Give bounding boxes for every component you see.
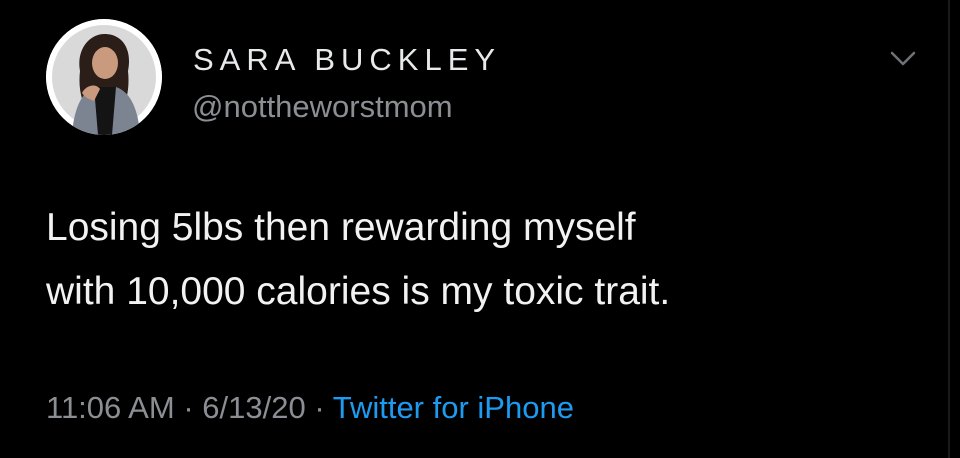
tweet-meta: 11:06 AM · 6/13/20 · Twitter for iPhone xyxy=(46,390,574,426)
tweet-text-line: Losing 5lbs then rewarding myself xyxy=(46,206,636,249)
meta-separator: · xyxy=(314,390,325,425)
divider xyxy=(948,0,950,458)
tweet-time[interactable]: 11:06 AM xyxy=(46,390,175,425)
tweet-text-line: with 10,000 calories is my toxic trait. xyxy=(46,270,671,313)
avatar-photo xyxy=(46,19,162,135)
avatar[interactable] xyxy=(46,19,162,135)
author-handle[interactable]: @nottheworstmom xyxy=(192,89,453,125)
tweet-source-link[interactable]: Twitter for iPhone xyxy=(333,390,574,425)
author-name[interactable]: SARA BUCKLEY xyxy=(193,42,501,78)
chevron-down-icon[interactable] xyxy=(888,48,918,70)
meta-separator: · xyxy=(183,390,194,425)
tweet-text: Losing 5lbs then rewarding myself with 1… xyxy=(46,196,926,324)
tweet-card[interactable]: SARA BUCKLEY @nottheworstmom Losing 5lbs… xyxy=(0,0,960,458)
tweet-date[interactable]: 6/13/20 xyxy=(202,390,305,425)
